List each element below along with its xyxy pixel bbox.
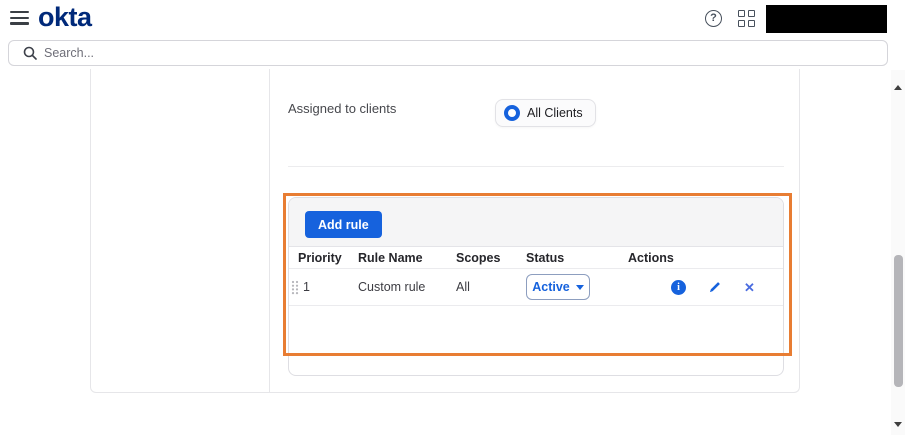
- rules-toolbar: Add rule: [289, 198, 783, 247]
- scrollbar-thumb[interactable]: [893, 255, 903, 387]
- drag-handle-icon[interactable]: [291, 280, 299, 295]
- table-header-row: Priority Rule Name Scopes Status Actions: [289, 247, 783, 269]
- search-bar: [8, 40, 888, 66]
- table-row: 1 Custom rule All Active i ✕: [289, 269, 783, 306]
- hamburger-menu-icon[interactable]: [10, 11, 29, 25]
- edit-pencil-icon[interactable]: [708, 280, 722, 294]
- rule-priority: 1: [303, 280, 310, 294]
- column-header-priority: Priority: [298, 250, 342, 265]
- radio-selected-icon: [504, 105, 520, 121]
- apps-grid-icon[interactable]: [738, 10, 756, 28]
- status-value: Active: [532, 280, 570, 294]
- rule-scopes: All: [456, 280, 470, 294]
- scroll-up-arrow-icon[interactable]: [894, 85, 902, 90]
- rules-table-container: Add rule Priority Rule Name Scopes Statu…: [288, 197, 784, 376]
- all-clients-chip[interactable]: All Clients: [495, 99, 596, 127]
- rule-name: Custom rule: [358, 280, 426, 294]
- card-divider: [269, 69, 270, 393]
- assigned-to-clients-label: Assigned to clients: [288, 101, 397, 116]
- section-divider: [288, 166, 784, 167]
- status-dropdown[interactable]: Active: [526, 274, 590, 300]
- okta-logo[interactable]: okta: [38, 2, 92, 33]
- vertical-scrollbar[interactable]: [891, 70, 905, 435]
- add-rule-button[interactable]: Add rule: [305, 211, 382, 238]
- help-icon[interactable]: ?: [705, 10, 722, 27]
- column-header-scopes: Scopes: [456, 250, 501, 265]
- delete-x-icon[interactable]: ✕: [744, 281, 755, 294]
- top-bar: okta ?: [0, 0, 912, 36]
- column-header-status: Status: [526, 250, 565, 265]
- settings-card: Assigned to clients All Clients Add rule…: [90, 69, 800, 393]
- info-icon[interactable]: i: [671, 279, 686, 295]
- column-header-rule-name: Rule Name: [358, 250, 423, 265]
- column-header-actions: Actions: [628, 250, 674, 265]
- all-clients-label: All Clients: [527, 106, 583, 120]
- caret-down-icon: [575, 284, 584, 290]
- search-icon: [23, 46, 37, 60]
- redacted-account-area[interactable]: [766, 5, 887, 33]
- scroll-down-arrow-icon[interactable]: [894, 422, 902, 427]
- search-input[interactable]: [44, 46, 887, 60]
